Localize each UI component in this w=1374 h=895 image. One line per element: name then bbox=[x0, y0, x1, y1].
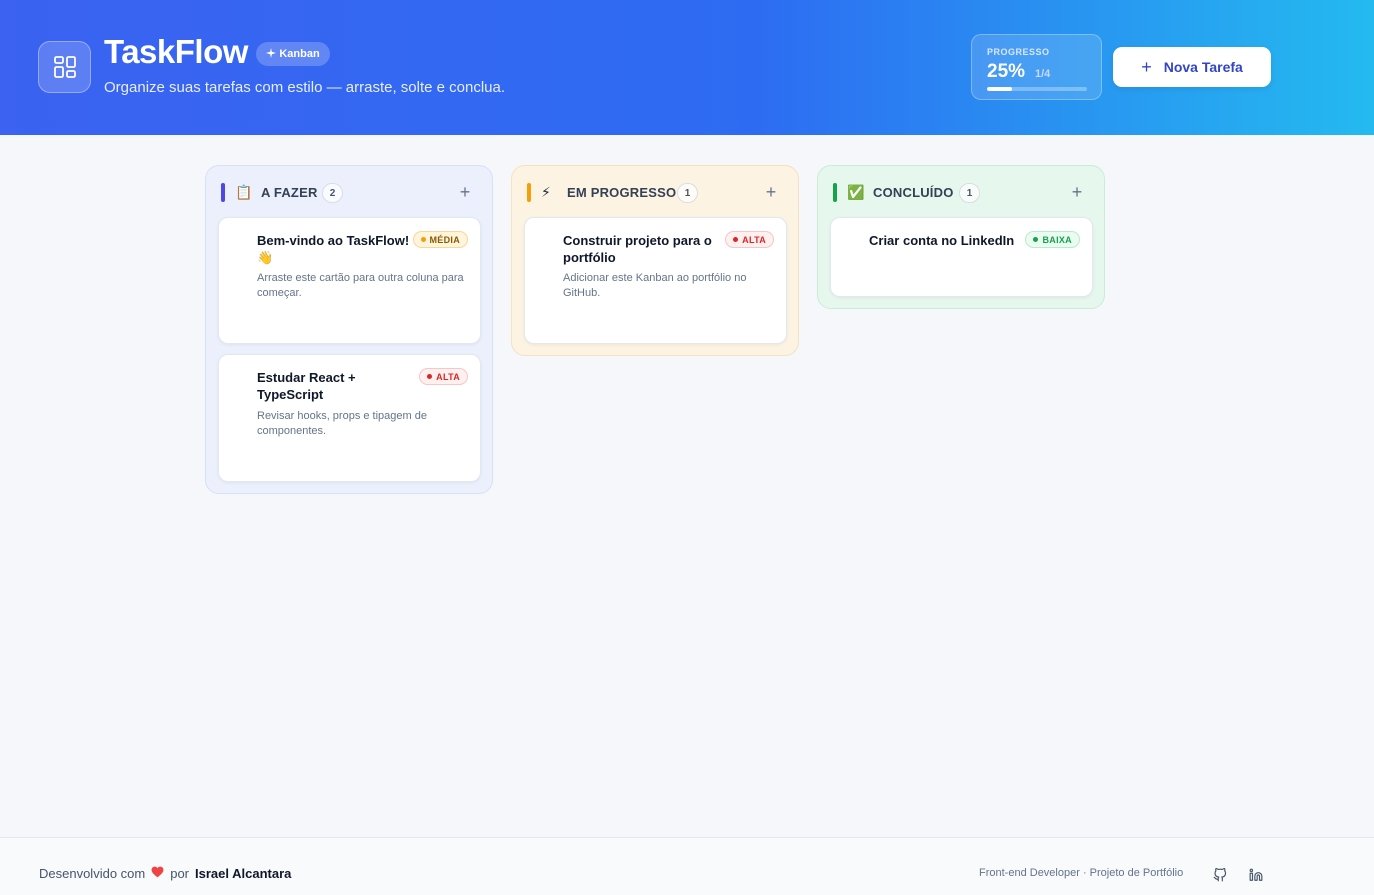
app-subtitle: Organize suas tarefas com estilo — arras… bbox=[104, 79, 506, 96]
task-card[interactable]: Construir projeto para o portfólio ALTA … bbox=[524, 217, 787, 344]
progress-count: 1/4 bbox=[1035, 68, 1051, 80]
progress-label: PROGRESSO bbox=[987, 47, 1050, 57]
add-card-button[interactable]: + bbox=[762, 181, 780, 203]
progress-bar-fill bbox=[987, 87, 1012, 91]
sparkles-icon bbox=[266, 47, 277, 61]
kanban-badge-label: Kanban bbox=[279, 48, 320, 60]
column-title: A FAZER bbox=[261, 185, 318, 200]
priority-badge: MÉDIA bbox=[412, 231, 468, 248]
task-card[interactable]: Estudar React + TypeScript ALTA Revisar … bbox=[218, 354, 481, 482]
card-title: Construir projeto para o portfólio bbox=[563, 233, 712, 265]
card-title: Bem-vindo ao TaskFlow! 👋 bbox=[257, 233, 410, 265]
priority-badge: ALTA bbox=[419, 368, 468, 385]
app-footer: Desenvolvido com por Israel Alcantara Fr… bbox=[0, 837, 1374, 895]
column-header: ⚡ EM PROGRESSO 1 + bbox=[512, 166, 798, 218]
priority-dot bbox=[427, 374, 433, 379]
github-icon[interactable] bbox=[1212, 867, 1228, 883]
card-description: Revisar hooks, props e tipagem de compon… bbox=[257, 410, 427, 437]
footer-author: Israel Alcantara bbox=[195, 866, 292, 881]
add-card-button[interactable]: + bbox=[1068, 181, 1086, 203]
footer-made-with: Desenvolvido com bbox=[39, 866, 146, 881]
priority-badge: ALTA bbox=[725, 231, 774, 248]
priority-label: ALTA bbox=[436, 371, 460, 382]
linkedin-icon[interactable] bbox=[1248, 867, 1264, 883]
column-accent-bar bbox=[221, 183, 225, 202]
kanban-badge: Kanban bbox=[256, 42, 330, 66]
column-accent-bar bbox=[527, 183, 531, 202]
priority-badge: BAIXA bbox=[1025, 231, 1080, 248]
progress-percent: 25% bbox=[987, 61, 1026, 82]
column-title: EM PROGRESSO bbox=[567, 185, 677, 200]
add-card-button[interactable]: + bbox=[456, 181, 474, 203]
app-title: TaskFlow bbox=[104, 33, 248, 70]
footer-by: por bbox=[170, 866, 190, 881]
column-count: 1 bbox=[959, 183, 980, 203]
priority-dot bbox=[420, 237, 426, 242]
column-title: CONCLUÍDO bbox=[873, 185, 954, 200]
card-description: Arraste este cartão para outra coluna pa… bbox=[257, 272, 464, 299]
progress-card: PROGRESSO 25% 1/4 bbox=[971, 34, 1102, 100]
column-count: 1 bbox=[677, 183, 698, 203]
column-header: 📋 A FAZER 2 + bbox=[206, 166, 492, 218]
app-header: TaskFlow Kanban Organize suas tarefas co… bbox=[0, 0, 1374, 135]
priority-label: MÉDIA bbox=[429, 234, 460, 245]
clipboard-icon: 📋 bbox=[235, 184, 253, 200]
card-description: Adicionar este Kanban ao portfólio no Gi… bbox=[563, 272, 747, 299]
task-card[interactable]: Bem-vindo ao TaskFlow! 👋 MÉDIA Arraste e… bbox=[218, 217, 481, 344]
footer-credit: Desenvolvido com por Israel Alcantara bbox=[39, 866, 291, 881]
priority-label: ALTA bbox=[742, 234, 766, 245]
new-task-label: Nova Tarefa bbox=[1163, 59, 1243, 75]
new-task-button[interactable]: + Nova Tarefa bbox=[1113, 47, 1271, 87]
column-done: ✅ CONCLUÍDO 1 + Criar conta no LinkedIn … bbox=[817, 165, 1105, 309]
heart-icon bbox=[151, 866, 164, 881]
column-todo: 📋 A FAZER 2 + Bem-vindo ao TaskFlow! 👋 M… bbox=[205, 165, 493, 494]
column-in-progress: ⚡ EM PROGRESSO 1 + Construir projeto par… bbox=[511, 165, 799, 356]
priority-label: BAIXA bbox=[1042, 234, 1072, 245]
footer-tagline: Front-end Developer · Projeto de Portfól… bbox=[979, 867, 1184, 879]
lightning-icon: ⚡ bbox=[541, 184, 551, 200]
card-title: Criar conta no LinkedIn bbox=[869, 233, 1015, 248]
check-mark-icon: ✅ bbox=[847, 184, 865, 200]
column-count: 2 bbox=[322, 183, 343, 203]
column-accent-bar bbox=[833, 183, 837, 202]
progress-bar bbox=[987, 87, 1087, 91]
priority-dot bbox=[733, 237, 739, 242]
layout-grid-icon bbox=[38, 41, 91, 93]
task-card[interactable]: Criar conta no LinkedIn BAIXA bbox=[830, 217, 1093, 297]
plus-icon: + bbox=[1141, 57, 1152, 77]
card-title: Estudar React + TypeScript bbox=[257, 370, 356, 402]
column-header: ✅ CONCLUÍDO 1 + bbox=[818, 166, 1104, 218]
priority-dot bbox=[1033, 237, 1039, 242]
